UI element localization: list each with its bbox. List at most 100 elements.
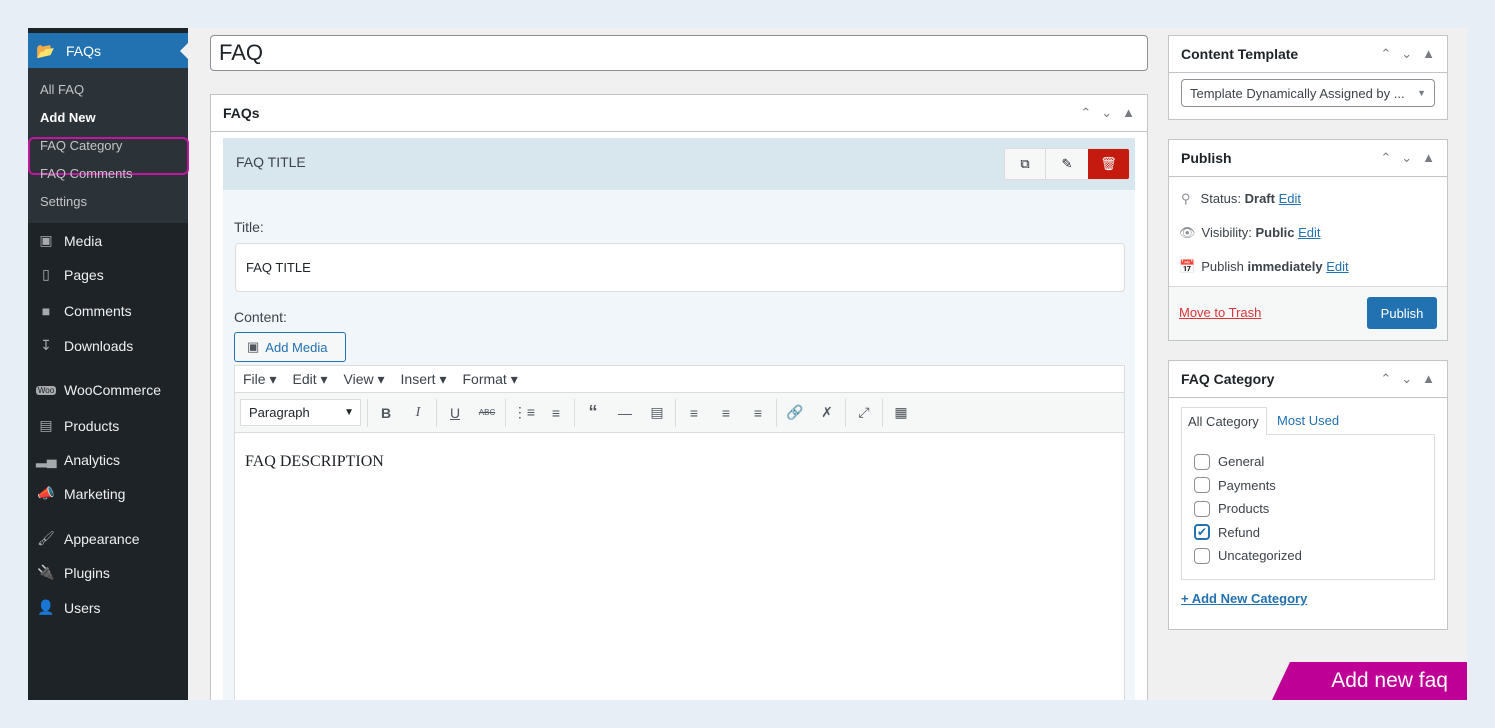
edit-schedule-link[interactable]: Edit xyxy=(1326,259,1348,274)
fullscreen-icon[interactable]: ⤢ xyxy=(848,404,880,421)
tab-most-used[interactable]: Most Used xyxy=(1277,413,1339,428)
sidebar-item-analytics[interactable]: ▂▄ Analytics xyxy=(36,451,120,468)
publish-title: Publish xyxy=(1181,150,1232,166)
checkbox[interactable] xyxy=(1194,477,1210,494)
status-row: ⚲ Status: Draft Edit xyxy=(1181,191,1301,206)
plugins-icon: 🔌 xyxy=(37,564,55,580)
editor-menubar: File ▾ Edit ▾ View ▾ Insert ▾ Format ▾ xyxy=(235,366,1124,393)
edit-visibility-link[interactable]: Edit xyxy=(1298,225,1320,240)
menu-file[interactable]: File ▾ xyxy=(243,371,276,388)
add-media-button[interactable]: ▣ Add Media xyxy=(234,332,346,362)
visibility-row: 👁 Visibility: Public Edit xyxy=(1179,225,1321,240)
post-title-input[interactable]: FAQ xyxy=(210,35,1148,71)
toggle-panel-icon[interactable]: ▲ xyxy=(1422,150,1435,166)
marketing-icon: 📣 xyxy=(37,485,55,501)
align-left-icon[interactable]: ≡ xyxy=(678,405,710,421)
category-general[interactable]: General xyxy=(1194,450,1422,474)
move-up-icon[interactable]: ⌃ xyxy=(1080,105,1091,121)
add-new-faq-banner: Add new faq xyxy=(1272,662,1467,700)
toggle-panel-icon[interactable]: ▲ xyxy=(1422,46,1435,62)
content-label: Content: xyxy=(234,309,287,325)
underline-icon[interactable]: U xyxy=(439,405,471,421)
sidebar-item-marketing[interactable]: 📣 Marketing xyxy=(36,485,125,502)
content-template-metabox: Content Template ⌃ ⌄ ▲ Template Dynamically… xyxy=(1168,35,1448,120)
menu-format[interactable]: Format ▾ xyxy=(462,371,517,388)
checkbox[interactable] xyxy=(1194,500,1210,517)
move-down-icon[interactable]: ⌄ xyxy=(1401,150,1412,166)
pin-icon: ⚲ xyxy=(1181,191,1191,206)
format-select[interactable]: Paragraph ▼ xyxy=(240,399,361,426)
sidebar-item-plugins[interactable]: 🔌 Plugins xyxy=(36,564,110,581)
woocommerce-icon: Woo xyxy=(36,385,56,395)
eye-icon: 👁 xyxy=(1179,225,1196,240)
menu-view[interactable]: View ▾ xyxy=(344,371,385,388)
link-icon[interactable]: 🔗 xyxy=(779,404,811,421)
move-down-icon[interactable]: ⌄ xyxy=(1401,46,1412,62)
delete-trash-icon[interactable]: 🗑 xyxy=(1088,149,1129,179)
align-center-icon[interactable]: ≡ xyxy=(710,405,742,421)
products-icon: ▤ xyxy=(39,417,53,433)
bold-icon[interactable]: B xyxy=(370,405,402,421)
category-uncategorized[interactable]: Uncategorized xyxy=(1194,544,1422,568)
checkbox[interactable] xyxy=(1194,547,1210,564)
publish-button[interactable]: Publish xyxy=(1367,297,1437,329)
submenu-faq-comments[interactable]: FAQ Comments xyxy=(40,166,132,181)
sidebar-item-pages[interactable]: ▯ Pages xyxy=(36,266,104,283)
admin-sidebar: 📂 FAQs All FAQ Add New FAQ Category FAQ C… xyxy=(28,28,189,700)
add-new-category-link[interactable]: + Add New Category xyxy=(1181,591,1307,606)
align-right-icon[interactable]: ≡ xyxy=(742,405,774,421)
editor-toolbar: Paragraph ▼ B I U ABC ⋮≡ ≡ “ — ▤ ≡ ≡ ≡ 🔗 … xyxy=(235,393,1124,433)
italic-icon[interactable]: I xyxy=(402,405,434,421)
sidebar-item-faqs[interactable]: 📂 FAQs xyxy=(28,33,188,68)
tab-all-category[interactable]: All Category xyxy=(1181,407,1267,435)
move-down-icon[interactable]: ⌄ xyxy=(1401,371,1412,387)
horizontal-line-icon[interactable]: — xyxy=(609,405,641,421)
submenu-faq-category[interactable]: FAQ Category xyxy=(40,138,122,153)
checkbox-checked[interactable]: ✔ xyxy=(1194,524,1210,541)
edit-pencil-icon[interactable]: ✎ xyxy=(1046,149,1088,179)
checkbox[interactable] xyxy=(1194,453,1210,470)
sidebar-item-downloads[interactable]: ↧ Downloads xyxy=(36,337,133,354)
toggle-panel-icon[interactable]: ▲ xyxy=(1122,105,1135,121)
schedule-row: 📅 Publish immediately Edit xyxy=(1179,259,1349,274)
faq-title-input[interactable]: FAQ TITLE xyxy=(235,243,1125,292)
unlink-icon[interactable]: ✗ xyxy=(811,404,843,421)
menu-insert[interactable]: Insert ▾ xyxy=(401,371,447,388)
strikethrough-icon[interactable]: ABC xyxy=(471,408,503,417)
menu-edit[interactable]: Edit ▾ xyxy=(292,371,327,388)
appearance-icon: 🖌 xyxy=(37,530,55,546)
move-up-icon[interactable]: ⌃ xyxy=(1380,46,1391,62)
toggle-panel-icon[interactable]: ▲ xyxy=(1422,371,1435,387)
faq-category-metabox: FAQ Category ⌃ ⌄ ▲ All Category Most Used G… xyxy=(1168,360,1448,630)
submenu-settings[interactable]: Settings xyxy=(40,194,87,209)
category-refund[interactable]: ✔ Refund xyxy=(1194,521,1422,545)
sidebar-item-comments[interactable]: ■ Comments xyxy=(36,303,132,319)
toolbar-toggle-icon[interactable]: ▦ xyxy=(885,404,917,421)
publish-metabox: Publish ⌃ ⌄ ▲ ⚲ Status: Draft Edit 👁 Visibili… xyxy=(1168,139,1448,341)
bullet-list-icon[interactable]: ⋮≡ xyxy=(508,404,540,421)
move-up-icon[interactable]: ⌃ xyxy=(1380,371,1391,387)
blockquote-icon[interactable]: “ xyxy=(577,402,609,423)
title-label: Title: xyxy=(234,219,264,235)
submenu-add-new[interactable]: Add New xyxy=(40,110,96,125)
category-products[interactable]: Products xyxy=(1194,497,1422,521)
comments-icon: ■ xyxy=(41,303,51,319)
category-payments[interactable]: Payments xyxy=(1194,474,1422,498)
submenu-all-faq[interactable]: All FAQ xyxy=(40,82,84,97)
sidebar-item-woocommerce[interactable]: Woo WooCommerce xyxy=(36,382,161,398)
sidebar-item-products[interactable]: ▤ Products xyxy=(36,417,119,434)
move-down-icon[interactable]: ⌄ xyxy=(1101,105,1112,121)
content-template-title: Content Template xyxy=(1181,46,1299,62)
faq-item-header[interactable]: FAQ TITLE xyxy=(223,138,1135,190)
edit-status-link[interactable]: Edit xyxy=(1279,191,1301,206)
numbered-list-icon[interactable]: ≡ xyxy=(540,405,572,421)
duplicate-icon[interactable]: ⧉ xyxy=(1005,149,1046,179)
editor-content[interactable]: FAQ DESCRIPTION xyxy=(235,433,1124,491)
move-up-icon[interactable]: ⌃ xyxy=(1380,150,1391,166)
template-select[interactable]: Template Dynamically Assigned by ... ▼ xyxy=(1181,79,1435,107)
sidebar-item-media[interactable]: ▣ Media xyxy=(36,232,102,249)
sidebar-item-users[interactable]: 👤 Users xyxy=(36,599,100,616)
sidebar-item-appearance[interactable]: 🖌 Appearance xyxy=(36,530,139,547)
read-more-icon[interactable]: ▤ xyxy=(641,404,673,421)
move-to-trash-link[interactable]: Move to Trash xyxy=(1179,305,1261,320)
